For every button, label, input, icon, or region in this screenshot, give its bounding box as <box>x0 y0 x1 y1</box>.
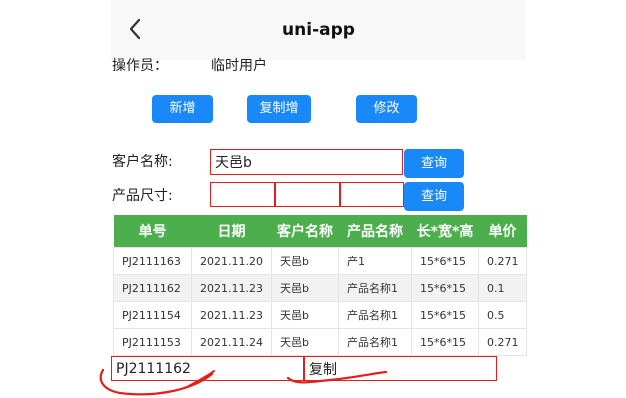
annotation-scribbles <box>99 368 388 396</box>
scribble-mark <box>286 370 388 384</box>
scribble-mark <box>184 370 215 389</box>
